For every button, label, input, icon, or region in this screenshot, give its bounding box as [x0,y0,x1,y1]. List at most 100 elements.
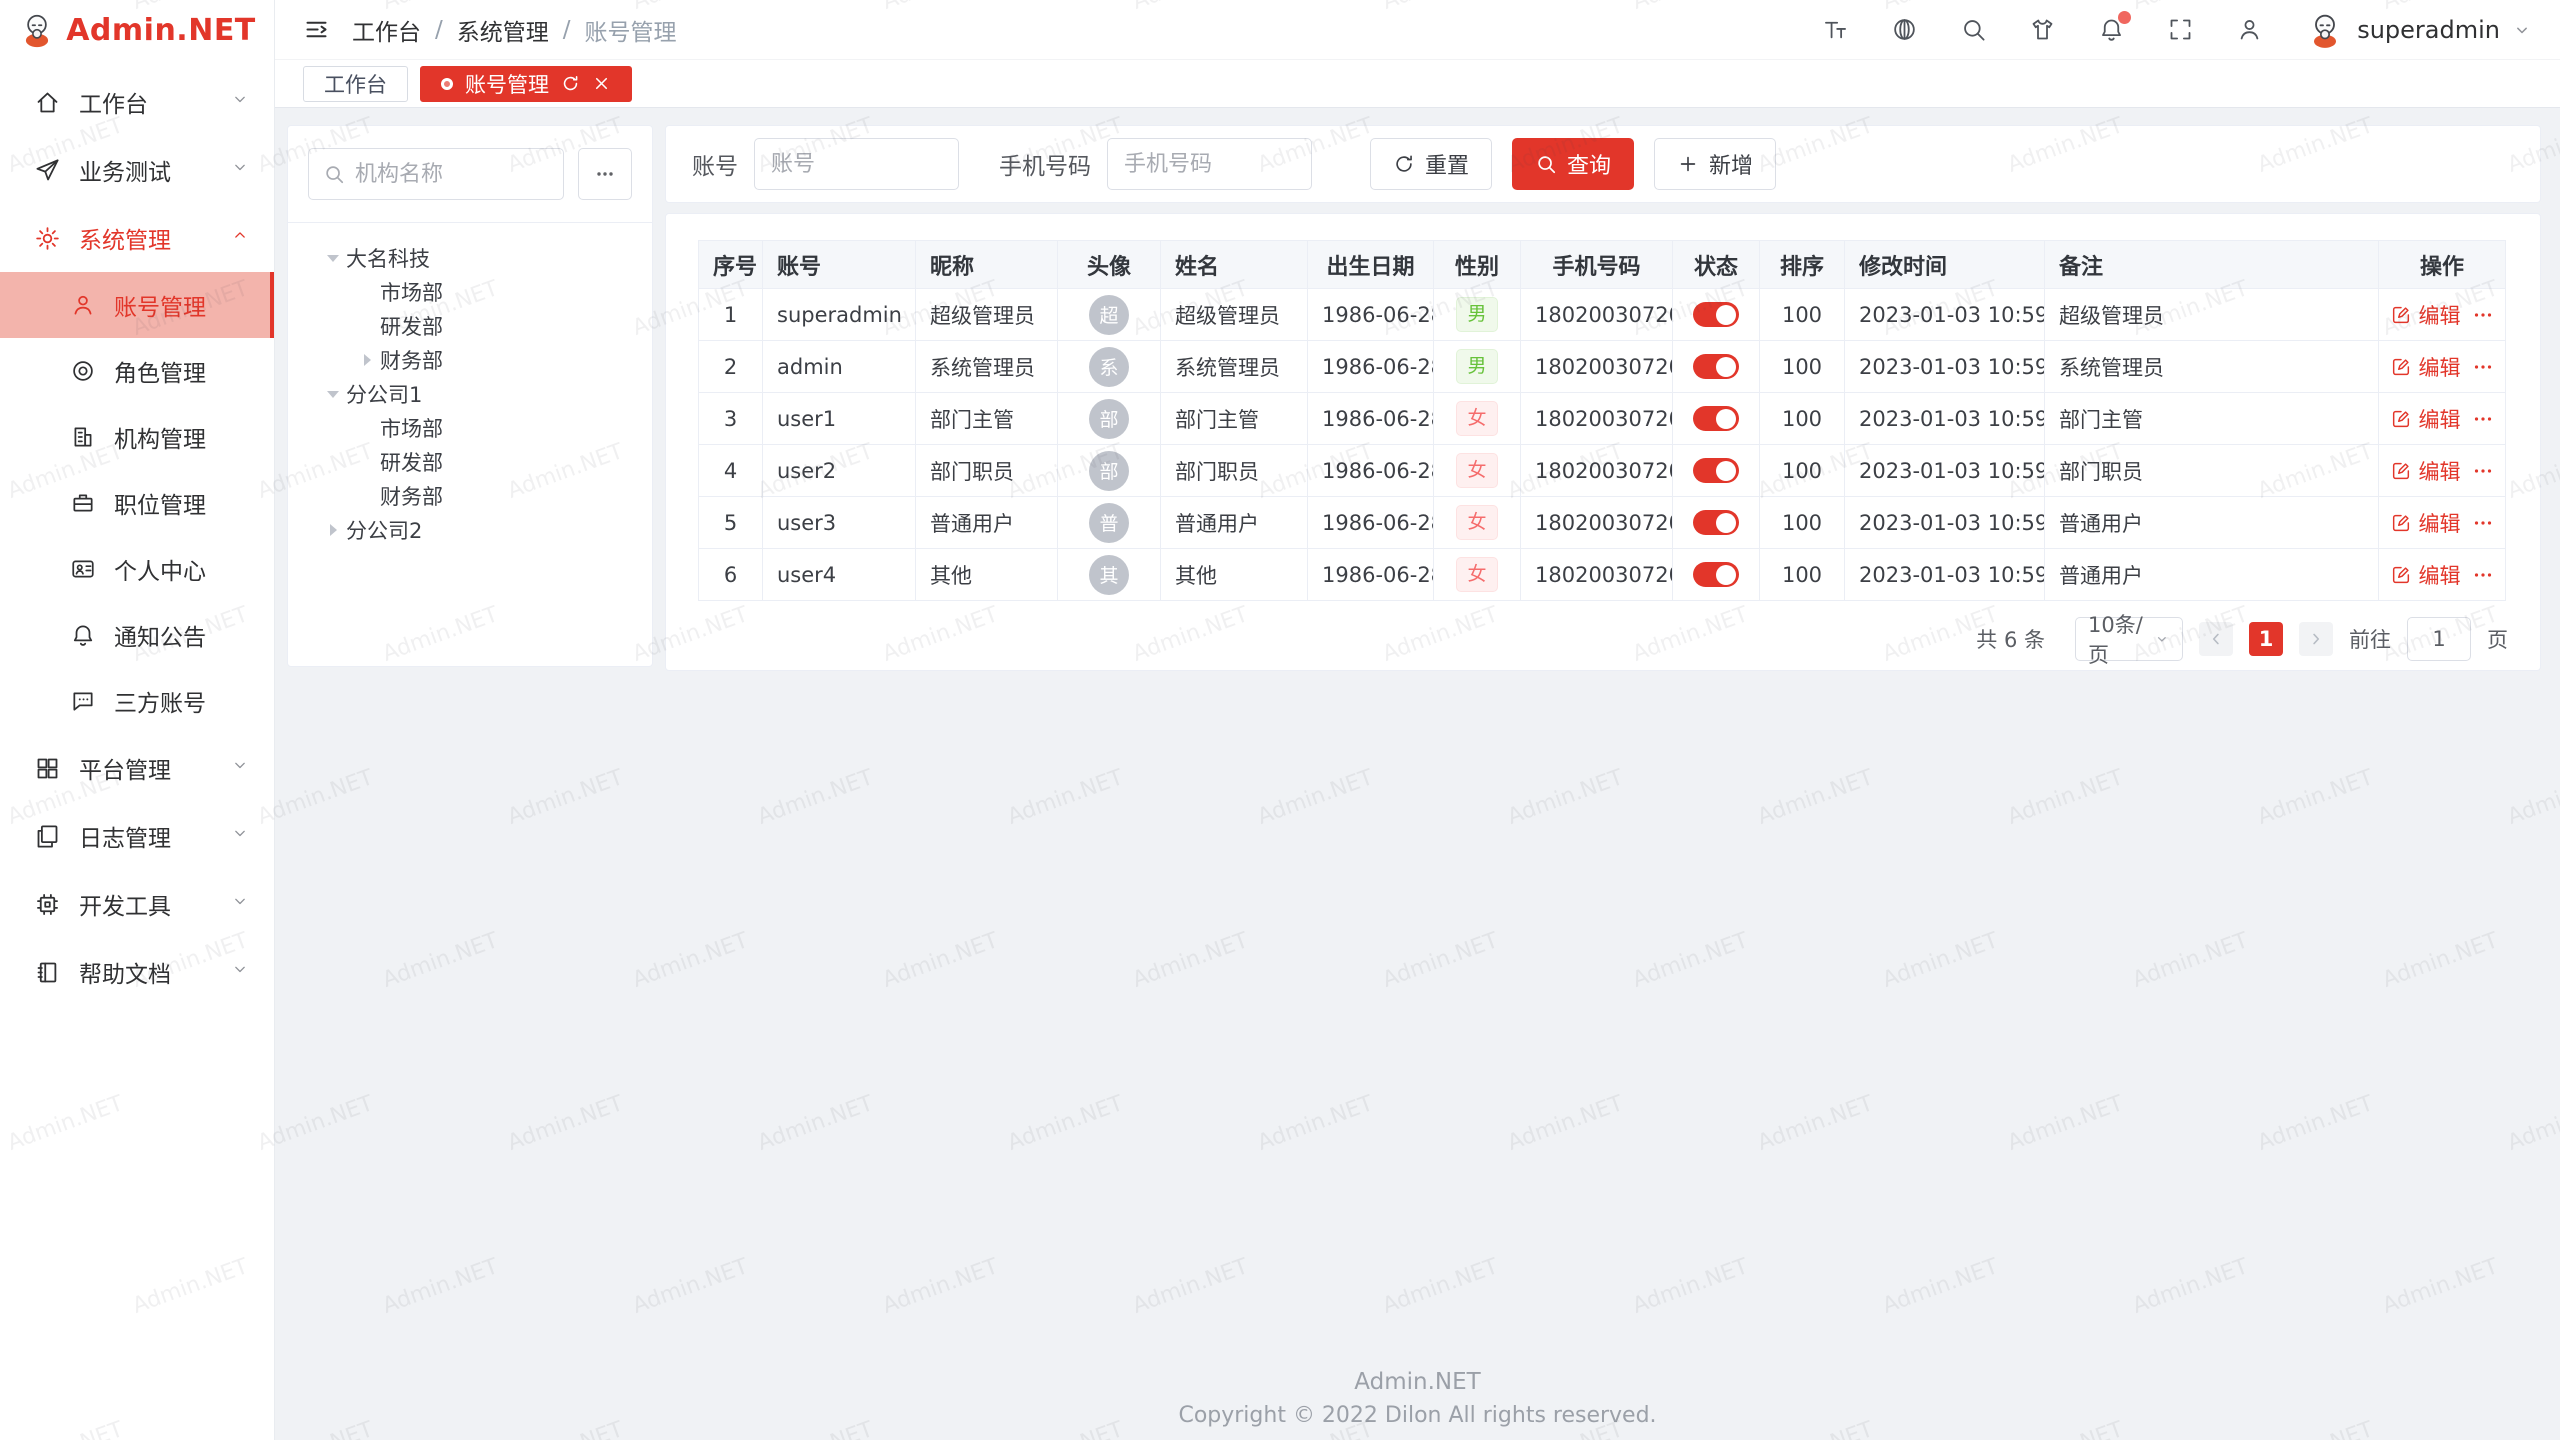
row-more-button[interactable] [2471,511,2495,535]
tree-node[interactable]: 财务部 [308,479,632,513]
prev-page-button[interactable] [2199,622,2233,656]
language-icon[interactable] [1891,16,1918,43]
row-more-button[interactable] [2471,459,2495,483]
status-toggle[interactable] [1693,354,1739,379]
status-toggle[interactable] [1693,458,1739,483]
cell-birth: 1986-06-28 [1322,563,1434,587]
sidebar-item-notice[interactable]: 通知公告 [0,602,274,668]
cell-index: 1 [724,303,737,327]
tree-node[interactable]: 市场部 [308,411,632,445]
notification-icon[interactable] [2098,16,2125,43]
sidebar-item-system-mgmt[interactable]: 系统管理 [0,204,274,272]
tab-account-mgmt[interactable]: 账号管理 [420,66,632,102]
phone-input[interactable] [1107,138,1312,190]
font-size-icon[interactable] [1822,16,1849,43]
refresh-tab-icon[interactable] [561,74,580,93]
tree-node[interactable]: 市场部 [308,275,632,309]
sidebar-item-third-party-account[interactable]: 三方账号 [0,668,274,734]
status-toggle[interactable] [1693,406,1739,431]
total-count: 共 6 条 [1976,624,2045,654]
sidebar-item-dev-tools[interactable]: 开发工具 [0,870,274,938]
cell-sort: 100 [1782,355,1822,379]
cell-nickname: 其他 [930,564,972,588]
edit-button[interactable]: 编辑 [2390,560,2461,590]
position-icon [70,490,96,516]
sidebar-item-label: 平台管理 [79,751,171,785]
query-button[interactable]: 查询 [1512,138,1634,190]
status-toggle[interactable] [1693,302,1739,327]
breadcrumb-item[interactable]: 系统管理 [457,13,549,47]
chevron-down-icon [230,157,250,177]
status-toggle[interactable] [1693,510,1739,535]
refresh-icon [1393,153,1415,175]
tree-node[interactable]: 研发部 [308,445,632,479]
logo[interactable]: Admin.NET [0,0,274,60]
sidebar-item-org-mgmt[interactable]: 机构管理 [0,404,274,470]
tree-expand-icon[interactable] [327,391,339,398]
collapse-menu-icon[interactable] [303,16,330,43]
fullscreen-icon[interactable] [2167,16,2194,43]
cell-account: user1 [777,407,836,431]
sidebar-item-log-mgmt[interactable]: 日志管理 [0,802,274,870]
tree-node[interactable]: 大名科技 [308,241,632,275]
status-toggle[interactable] [1693,562,1739,587]
page-number-1[interactable]: 1 [2249,622,2283,656]
edit-button[interactable]: 编辑 [2390,300,2461,330]
tree-node[interactable]: 分公司1 [308,377,632,411]
tree-collapse-icon[interactable] [364,354,371,366]
edit-icon [2390,460,2412,482]
row-more-button[interactable] [2471,563,2495,587]
search-icon[interactable] [1960,16,1987,43]
chevron-right-icon [2307,630,2325,648]
sidebar-item-label: 角色管理 [114,354,206,388]
gear-icon [34,225,61,252]
edit-button[interactable]: 编辑 [2390,352,2461,382]
sidebar-item-position-mgmt[interactable]: 职位管理 [0,470,274,536]
sidebar-item-account-mgmt[interactable]: 账号管理 [0,272,274,338]
table-row: 5user3普通用户普普通用户1986-06-28女18020030720100… [699,497,2506,549]
cell-name: 部门职员 [1175,460,1259,484]
edit-icon [2390,304,2412,326]
chevron-down-icon [230,89,250,115]
next-page-button[interactable] [2299,622,2333,656]
close-tab-icon[interactable] [592,74,611,93]
sidebar-item-personal-center[interactable]: 个人中心 [0,536,274,602]
sidebar-item-platform-mgmt[interactable]: 平台管理 [0,734,274,802]
row-more-button[interactable] [2471,355,2495,379]
cell-birth: 1986-06-28 [1322,355,1434,379]
sidebar-item-role-mgmt[interactable]: 角色管理 [0,338,274,404]
tab-workbench[interactable]: 工作台 [303,66,408,102]
add-button[interactable]: 新增 [1654,138,1776,190]
breadcrumb-item[interactable]: 工作台 [352,13,421,47]
tree-node[interactable]: 分公司2 [308,513,632,547]
sidebar-menu: 工作台业务测试系统管理账号管理角色管理机构管理职位管理个人中心通知公告三方账号平… [0,60,274,1006]
tree-node[interactable]: 财务部 [308,343,632,377]
user-icon[interactable] [2236,16,2263,43]
row-more-button[interactable] [2471,303,2495,327]
goto-page-input[interactable] [2407,617,2471,661]
edit-button[interactable]: 编辑 [2390,404,2461,434]
sidebar-item-help-docs[interactable]: 帮助文档 [0,938,274,1006]
org-search-input[interactable] [355,162,549,187]
column-header: 性别 [1434,241,1521,289]
cell-nickname: 部门主管 [930,408,1014,432]
user-menu[interactable]: superadmin [2305,10,2532,50]
sidebar-item-workbench[interactable]: 工作台 [0,68,274,136]
cell-birth: 1986-06-28 [1322,407,1434,431]
tree-expand-icon[interactable] [327,255,339,262]
row-more-button[interactable] [2471,407,2495,431]
account-input[interactable] [754,138,959,190]
org-tree: 大名科技市场部研发部财务部分公司1市场部研发部财务部分公司2 [308,241,632,547]
theme-icon[interactable] [2029,16,2056,43]
edit-icon [2390,356,2412,378]
column-header: 修改时间 [1845,241,2045,289]
tree-collapse-icon[interactable] [330,524,337,536]
edit-button[interactable]: 编辑 [2390,508,2461,538]
tree-more-button[interactable] [578,148,632,200]
page-size-select[interactable]: 10条/页 [2075,617,2183,661]
reset-button[interactable]: 重置 [1370,138,1492,190]
sidebar-item-label: 工作台 [79,85,148,119]
tree-node[interactable]: 研发部 [308,309,632,343]
edit-button[interactable]: 编辑 [2390,456,2461,486]
sidebar-item-business-test[interactable]: 业务测试 [0,136,274,204]
